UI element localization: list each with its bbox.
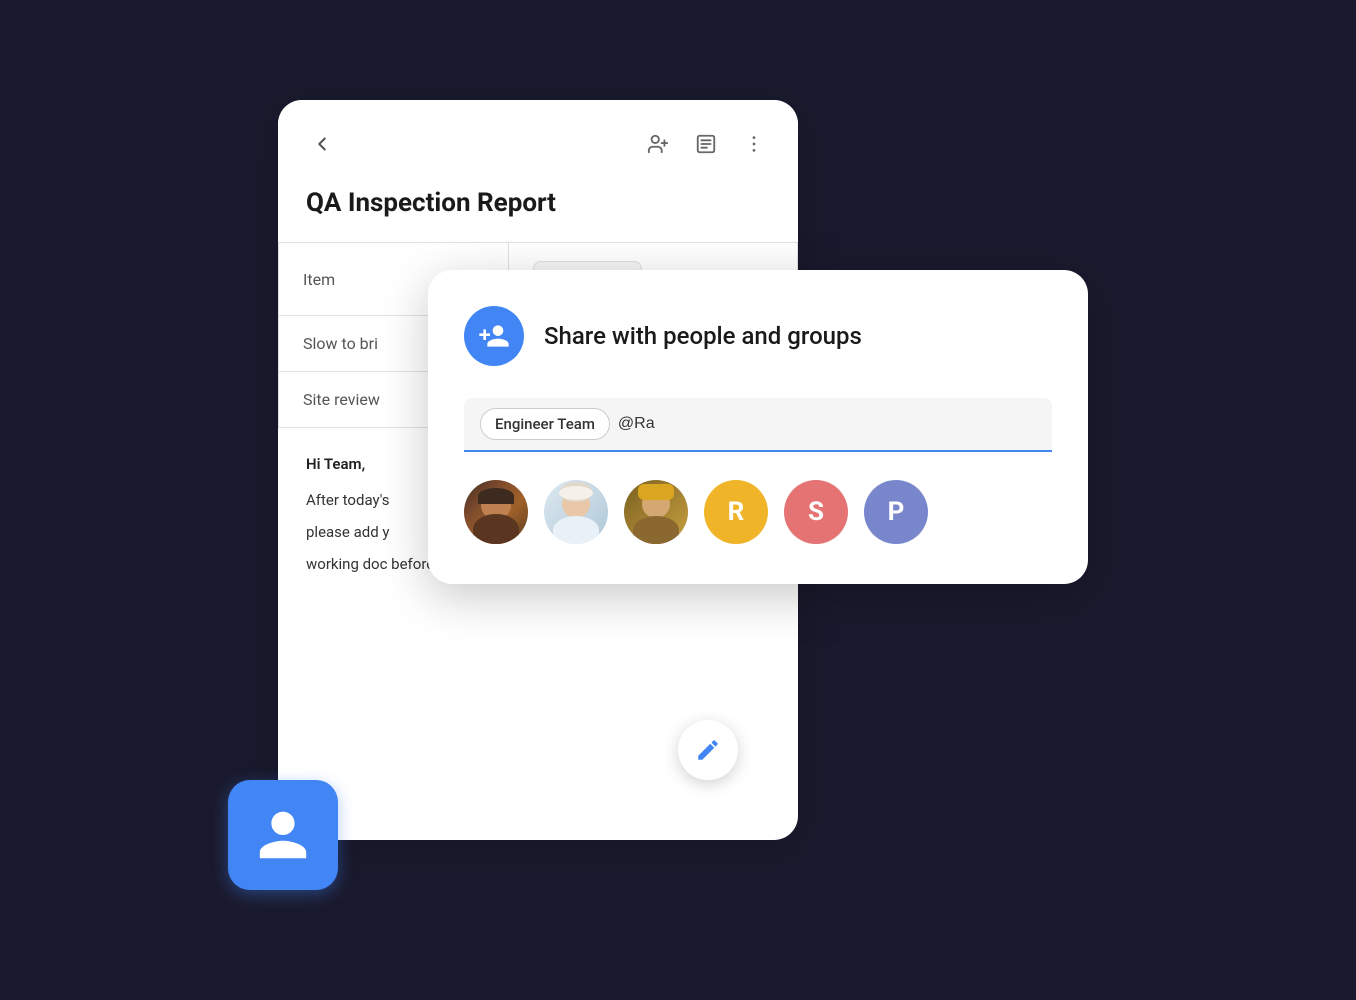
avatar-s-letter: S	[808, 497, 824, 527]
person-white-icon	[254, 806, 312, 864]
engineer-team-tag[interactable]: Engineer Team	[480, 408, 610, 440]
avatar-r[interactable]: R	[704, 480, 768, 544]
share-dialog-header: Share with people and groups	[464, 306, 1052, 366]
notes-icon-btn[interactable]	[690, 128, 722, 160]
scene: QA Inspection Report Item Jon Nowak Slow…	[228, 70, 1128, 930]
qa-report-title: QA Inspection Report	[278, 176, 798, 242]
add-person-icon-btn[interactable]	[642, 128, 674, 160]
avatar-s[interactable]: S	[784, 480, 848, 544]
avatar-r-letter: R	[728, 497, 745, 527]
qa-action-icons	[642, 128, 770, 160]
more-options-icon-btn[interactable]	[738, 128, 770, 160]
avatars-row: R S P	[464, 480, 1052, 544]
edit-fab-button[interactable]	[678, 720, 738, 780]
back-button[interactable]	[306, 128, 338, 160]
share-dialog: Share with people and groups Engineer Te…	[428, 270, 1088, 584]
avatar-person-3[interactable]	[624, 480, 688, 544]
share-dialog-title: Share with people and groups	[544, 322, 862, 350]
avatar-person-2[interactable]	[544, 480, 608, 544]
avatar-p-letter: P	[888, 497, 905, 527]
share-input-row[interactable]: Engineer Team	[464, 398, 1052, 452]
avatar-person-1[interactable]	[464, 480, 528, 544]
blue-person-card	[228, 780, 338, 890]
avatar-p[interactable]: P	[864, 480, 928, 544]
share-icon-circle	[464, 306, 524, 366]
qa-card-header	[278, 100, 798, 176]
share-search-input[interactable]	[618, 415, 1036, 433]
